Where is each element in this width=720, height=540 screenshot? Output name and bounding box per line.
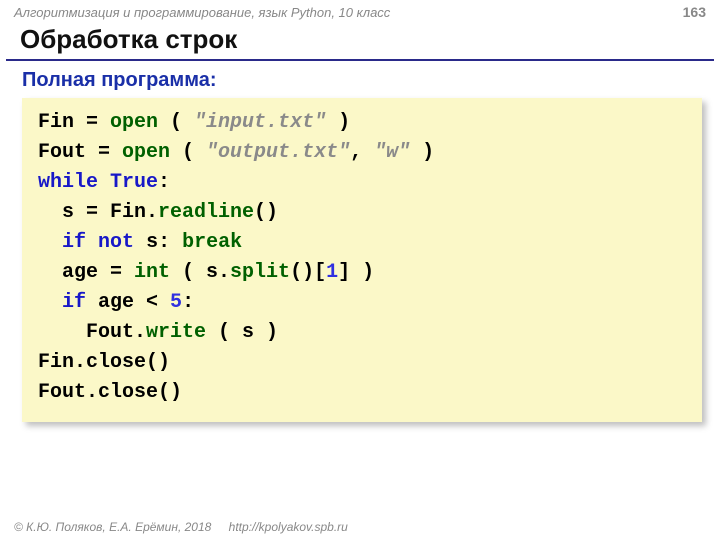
code-line-4: s = Fin.readline() xyxy=(38,201,278,224)
course-title: Алгоритмизация и программирование, язык … xyxy=(14,5,390,20)
code-line-1: Fin = open ( "input.txt" ) xyxy=(38,111,350,134)
copyright: © К.Ю. Поляков, Е.А. Ерёмин, 2018 xyxy=(14,520,211,534)
footer: © К.Ю. Поляков, Е.А. Ерёмин, 2018 http:/… xyxy=(0,520,348,534)
code-line-2: Fout = open ( "output.txt", "w" ) xyxy=(38,141,434,164)
code-line-5: if not s: break xyxy=(38,231,242,254)
code-line-3: while True: xyxy=(38,171,170,194)
code-line-6: age = int ( s.split()[1] ) xyxy=(38,261,374,284)
page-title: Обработка строк xyxy=(6,22,714,61)
footer-url: http://kpolyakov.spb.ru xyxy=(229,520,348,534)
code-line-7: if age < 5: xyxy=(38,291,194,314)
code-block: Fin = open ( "input.txt" ) Fout = open (… xyxy=(22,98,702,422)
header-bar: Алгоритмизация и программирование, язык … xyxy=(0,0,720,22)
code-line-9: Fin.close() xyxy=(38,351,170,374)
code-line-10: Fout.close() xyxy=(38,381,182,404)
page-number: 163 xyxy=(683,4,706,20)
section-subtitle: Полная программа: xyxy=(0,67,720,98)
code-line-8: Fout.write ( s ) xyxy=(38,321,278,344)
